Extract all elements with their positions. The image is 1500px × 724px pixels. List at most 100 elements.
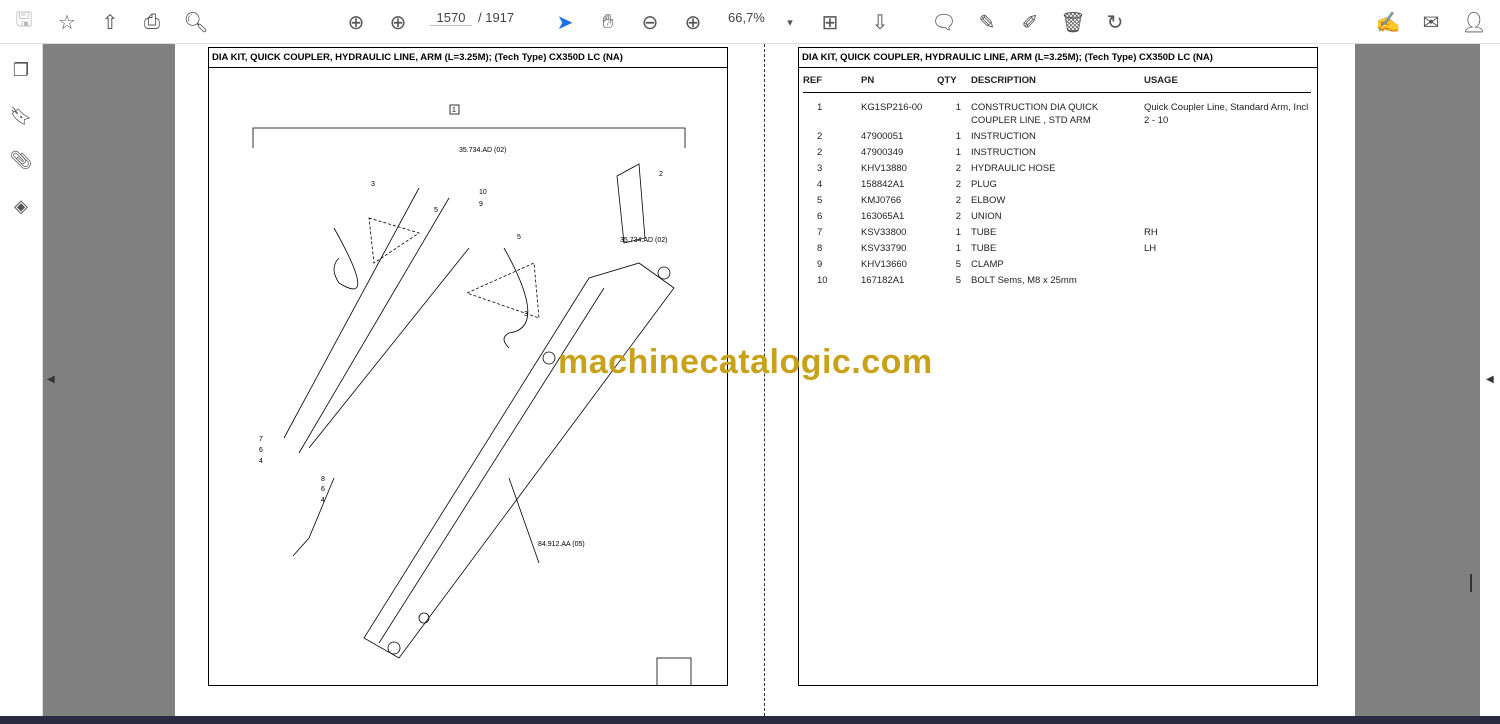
col-qty: QTY: [937, 68, 971, 93]
reference-label: 84.912.AA (05): [538, 541, 585, 548]
toolbar: 🖫 ☆ ⇧ ⎙ 🔍︎ ⊕ ⊕ 1570 / 1917 ➤ ✋︎ ⊖ ⊕ 66,7…: [0, 0, 1500, 44]
usage-cell: RH: [1144, 227, 1158, 238]
ref-cell: 8: [817, 243, 823, 254]
rotate-icon[interactable]: ↻: [1101, 8, 1129, 36]
account-icon[interactable]: 👤︎: [1460, 8, 1488, 36]
previous-page-icon[interactable]: ⊕: [342, 8, 370, 36]
right-panel: ◀: [1480, 44, 1500, 716]
bookmark-star-icon[interactable]: ☆: [53, 8, 81, 36]
qty-cell: 1: [955, 131, 961, 142]
callout-10: 10: [479, 189, 487, 196]
ref-cell: 10: [817, 275, 828, 286]
print-icon[interactable]: ⎙: [138, 8, 166, 36]
pn-cell: KMJ0766: [861, 195, 902, 206]
qty-cell: 5: [955, 275, 961, 286]
table-row: 8 KSV33790 1 TUBE LH: [803, 241, 1311, 257]
qty-cell: 2: [955, 163, 961, 174]
zoom-dropdown-icon[interactable]: ▾: [776, 8, 804, 36]
scrollbar[interactable]: [1470, 574, 1472, 592]
table-row: 9 KHV13660 5 CLAMP: [803, 257, 1311, 273]
email-icon[interactable]: ✉: [1417, 8, 1445, 36]
pn-cell: KHV13660: [861, 259, 907, 270]
bookmarks-icon[interactable]: 🔖︎: [8, 106, 34, 132]
description-cell: TUBE: [971, 227, 997, 238]
pn-cell: 163065A1: [861, 211, 905, 222]
callout-7: 7: [259, 436, 263, 443]
ref-cell: 5: [817, 195, 823, 206]
qty-cell: 1: [955, 243, 961, 254]
usage-cell: Quick Coupler Line, Standard Arm, Incl 2…: [1144, 102, 1309, 126]
page-total: / 1917: [478, 10, 515, 25]
reference-label: 35.734.AD (02): [459, 147, 506, 154]
usage-cell: [1144, 273, 1311, 289]
description-cell: TUBE: [971, 243, 997, 254]
watermark: machinecatalogic.com: [558, 343, 933, 381]
callout-1: 1: [452, 107, 456, 114]
draw-icon[interactable]: ✐: [1016, 8, 1044, 36]
ref-cell: 6: [817, 211, 823, 222]
comment-icon[interactable]: 🗨: [930, 8, 958, 36]
scroll-mode-icon[interactable]: ⇩: [866, 8, 894, 36]
attachments-icon[interactable]: 📎︎: [8, 150, 34, 176]
usage-cell: [1144, 257, 1311, 273]
table-row: 4 158842A1 2 PLUG: [803, 177, 1311, 193]
col-description: DESCRIPTION: [971, 68, 1144, 93]
ref-cell: 4: [817, 179, 823, 190]
table-row: 6 163065A1 2 UNION: [803, 209, 1311, 225]
parts-table: REF PN QTY DESCRIPTION USAGE 1 KG1SP216-0…: [803, 68, 1311, 289]
pn-cell: 158842A1: [861, 179, 905, 190]
table-row: 10 167182A1 5 BOLT Sems, M8 x 25mm: [803, 273, 1311, 289]
page-number-input[interactable]: 1570: [430, 10, 472, 26]
diagram-title: DIA KIT, QUICK COUPLER, HYDRAULIC LINE, …: [209, 48, 727, 68]
hand-tool-icon[interactable]: ✋︎: [594, 8, 622, 36]
description-cell: BOLT Sems, M8 x 25mm: [971, 275, 1077, 286]
callout-5b: 5: [517, 234, 521, 241]
usage-cell: [1144, 145, 1311, 161]
col-usage: USAGE: [1144, 68, 1311, 93]
usage-cell: LH: [1144, 243, 1157, 254]
ref-cell: 3: [817, 163, 823, 174]
ref-cell: 1: [817, 102, 823, 113]
usage-cell: [1144, 161, 1311, 177]
pn-cell: 47900051: [861, 131, 904, 142]
description-cell: ELBOW: [971, 195, 1006, 206]
left-sidebar: ❐ 🔖︎ 📎︎ ◈: [0, 44, 43, 716]
table-row: 7 KSV33800 1 TUBE RH: [803, 225, 1311, 241]
sign-icon[interactable]: ✍: [1374, 8, 1402, 36]
select-cursor-icon[interactable]: ➤: [551, 8, 579, 36]
callout-6b: 6: [321, 486, 325, 493]
save-icon[interactable]: 🖫: [10, 8, 38, 36]
qty-cell: 1: [955, 227, 961, 238]
expand-right-icon[interactable]: ◀: [1486, 374, 1494, 385]
usage-cell: [1144, 129, 1311, 145]
pn-cell: 167182A1: [861, 275, 905, 286]
zoom-level-select[interactable]: 66,7%: [728, 10, 778, 25]
taskbar-strip: [0, 716, 1500, 724]
callout-8: 8: [321, 476, 325, 483]
col-ref: REF: [803, 68, 861, 93]
ref-cell: 7: [817, 227, 823, 238]
callout-3a: 3: [371, 181, 375, 188]
usage-cell: [1144, 177, 1311, 193]
ref-cell: 2: [817, 131, 823, 142]
description-cell: INSTRUCTION: [971, 147, 1036, 158]
upload-cloud-icon[interactable]: ⇧: [96, 8, 124, 36]
highlight-icon[interactable]: ✎: [973, 8, 1001, 36]
table-row: 5 KMJ0766 2 ELBOW: [803, 193, 1311, 209]
layers-icon[interactable]: ◈: [8, 196, 34, 222]
zoom-out-icon[interactable]: ⊖: [636, 8, 664, 36]
pages-icon[interactable]: ❐: [8, 60, 34, 86]
callout-2: 2: [659, 171, 663, 178]
callout-3b: 3: [524, 311, 528, 318]
callout-4a: 4: [259, 458, 263, 465]
zoom-in-icon[interactable]: ⊕: [679, 8, 707, 36]
description-cell: HYDRAULIC HOSE: [971, 163, 1056, 174]
collapse-left-icon[interactable]: ◀: [47, 374, 55, 385]
fit-page-icon[interactable]: ⊞: [816, 8, 844, 36]
callout-6a: 6: [259, 447, 263, 454]
callout-4b: 4: [321, 497, 325, 504]
search-icon[interactable]: 🔍︎: [182, 8, 210, 36]
next-page-icon[interactable]: ⊕: [384, 8, 412, 36]
delete-icon[interactable]: 🗑: [1059, 8, 1087, 36]
description-cell: INSTRUCTION: [971, 131, 1036, 142]
